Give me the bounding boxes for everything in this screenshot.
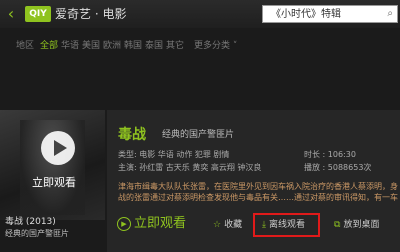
offline-highlight-box — [253, 213, 320, 237]
filter-label-region: 地区 — [16, 41, 35, 51]
favorite-button[interactable]: ☆ 收藏 — [213, 219, 242, 231]
movie-genre: 类型: 电影 华语 动作 犯罪 剧情 — [118, 150, 230, 159]
app-logo: QIY — [25, 6, 51, 22]
play-circle-icon: ▶ — [117, 217, 131, 231]
app-title: 爱奇艺 · 电影 — [55, 7, 127, 21]
filter-us[interactable]: 美国 — [82, 40, 100, 52]
desktop-icon: ⧉ — [334, 220, 341, 230]
movie-duration: 时长 : 106:30 — [304, 150, 356, 159]
movie-tagline: 经典的国产警匪片 — [162, 130, 235, 140]
search-value: 《小时代》特辑 — [271, 9, 341, 20]
poster-watch-label[interactable]: 立即观看 — [32, 174, 76, 190]
back-button[interactable]: ‹ — [2, 4, 20, 24]
filter-thailand[interactable]: 泰国 — [145, 40, 163, 52]
search-input[interactable]: 《小时代》特辑 ⌕ — [262, 5, 398, 23]
play-icon[interactable] — [41, 131, 75, 165]
filter-other[interactable]: 其它 — [166, 40, 184, 52]
search-icon[interactable]: ⌕ — [387, 8, 393, 19]
add-to-desktop-button[interactable]: ⧉ 放到桌面 — [334, 219, 379, 231]
movie-title: 毒战 — [118, 127, 146, 143]
filter-more-categories[interactable]: 更多分类 ˅ — [194, 40, 237, 52]
watch-now-button[interactable]: ▶ 立即观看 — [117, 214, 186, 234]
movie-cast: 主演: 孙红雷 古天乐 黄奕 高云翔 钟汉良 — [118, 163, 262, 172]
movie-description-2: 战的张雷通过对蔡添明检查发现他与毒品有关……通过对蔡的审讯得知，有一车车自门这冰… — [118, 193, 398, 202]
title-bar: ‹ QIY 爱奇艺 · 电影 《小时代》特辑 ⌕ — [0, 0, 400, 28]
filter-europe[interactable]: 欧洲 — [103, 40, 121, 52]
movie-description: 津海市缉毒大队队长张雷，在医院里外见到因车祸入院治疗的香港人蔡添明，身经百 — [118, 182, 398, 191]
filter-korea[interactable]: 韩国 — [124, 40, 142, 52]
poster-caption-title: 毒战 (2013) — [5, 217, 56, 227]
filter-chinese[interactable]: 华语 — [61, 40, 79, 52]
star-icon: ☆ — [213, 220, 222, 230]
filter-all[interactable]: 全部 — [40, 40, 58, 52]
poster-caption-desc: 经典的国产警匪片 — [5, 229, 69, 238]
movie-poster[interactable] — [0, 110, 105, 220]
movie-plays: 播放 : 5088653次 — [304, 163, 372, 172]
